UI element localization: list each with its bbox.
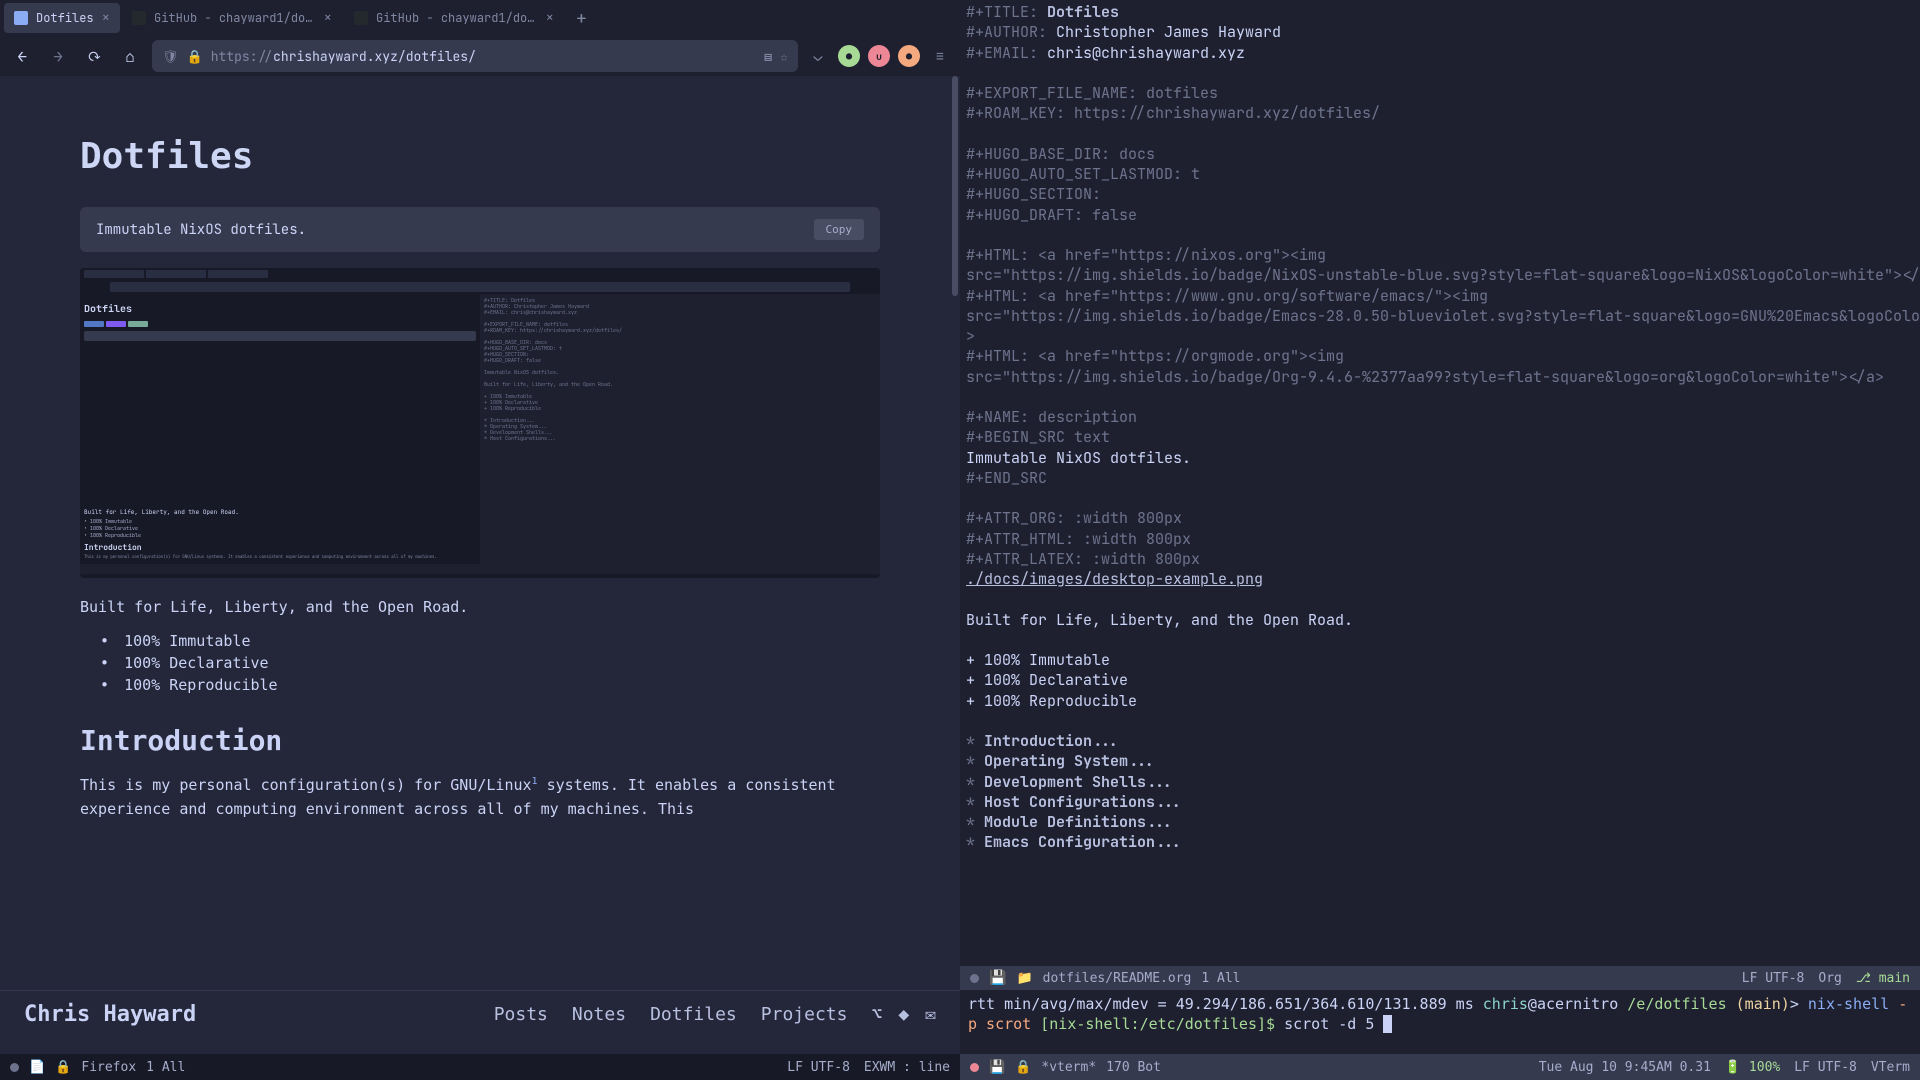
battery-icon: 🔋 100% [1725,1060,1780,1075]
exwm-modeline: 📄 🔒 Firefox 1 All LF UTF-8 EXWM : line [0,1054,960,1080]
position: 170 Bot [1106,1060,1161,1075]
lock-icon: 🔒 [187,48,203,65]
encoding: LF UTF-8 [1742,971,1805,986]
nav-link-projects[interactable]: Projects [761,1004,848,1025]
email-icon[interactable]: ✉ [925,1004,936,1025]
ublock-icon[interactable]: u [868,45,890,67]
git-branch: ⎇ main [1856,971,1910,986]
page-title: Dotfiles [80,136,880,177]
url-bar[interactable]: 🛡 🔒 https://chrishayward.xyz/dotfiles/ ▤… [152,40,798,72]
clock: Tue Aug 10 9:45AM 0.31 [1539,1060,1711,1075]
nav-bar: ← → ⟳ ⌂ 🛡 🔒 https://chrishayward.xyz/dot… [0,36,960,76]
lock-icon: 🔒 [1015,1060,1031,1075]
site-nav: Chris Hayward Posts Notes Dotfiles Proje… [0,990,960,1038]
org-buffer[interactable]: #+TITLE: Dotfiles #+AUTHOR: Christopher … [960,0,1920,964]
tab-title: GitHub - chayward1/dotf [154,10,316,26]
scrollbar[interactable] [950,76,960,1006]
status-dot-icon [10,1063,19,1072]
save-icon: 💾 [989,1060,1005,1075]
buffer-name: Firefox [81,1060,136,1075]
org-modeline: 💾 📁 dotfiles/README.org 1 All LF UTF-8 O… [960,964,1920,990]
encoding: LF UTF-8 [1794,1060,1857,1075]
status-dot-icon [970,974,979,983]
browser-tab-2[interactable]: GitHub - chayward1/dotf × [344,3,564,33]
encoding: LF UTF-8 [787,1060,850,1075]
folder-icon: 📁 [1016,971,1032,986]
reload-button[interactable]: ⟳ [80,42,108,70]
tagline: Built for Life, Liberty, and the Open Ro… [80,598,880,616]
pocket-icon[interactable]: ⌄ [806,44,830,68]
nav-link-posts[interactable]: Posts [494,1004,548,1025]
major-mode: VTerm [1871,1060,1910,1075]
nav-link-notes[interactable]: Notes [572,1004,626,1025]
reader-icon[interactable]: ▤ [764,48,772,65]
tab-title: GitHub - chayward1/dotf [376,10,538,26]
back-button[interactable]: ← [8,42,36,70]
brand[interactable]: Chris Hayward [24,1002,196,1027]
list-item: 100% Declarative [100,654,880,672]
extension-icon[interactable]: ● [838,45,860,67]
list-item: 100% Immutable [100,632,880,650]
url-text: https://chrishayward.xyz/dotfiles/ [211,48,756,65]
save-icon: 💾 [989,970,1006,986]
extension-icon[interactable]: ● [898,45,920,67]
close-icon[interactable]: × [324,9,332,27]
favicon-icon [14,11,28,25]
gitlab-icon[interactable]: ◆ [898,1004,909,1025]
menu-icon[interactable]: ≡ [928,44,952,68]
shield-icon: 🛡 [162,48,179,65]
position: 1 All [1201,971,1240,986]
firefox-chrome: Dotfiles × GitHub - chayward1/dotf × Git… [0,0,960,76]
github-icon[interactable]: ⌥ [871,1004,882,1025]
feature-list: 100% Immutable 100% Declarative 100% Rep… [100,632,880,694]
close-icon[interactable]: × [546,9,554,27]
page-content: Dotfiles Immutable NixOS dotfiles. Copy … [0,76,960,1080]
save-icon: 📄 [29,1060,45,1075]
bookmark-star-icon[interactable]: ☆ [780,48,788,65]
new-tab-button[interactable]: + [566,7,597,30]
browser-tab-1[interactable]: GitHub - chayward1/dotf × [122,3,342,33]
close-icon[interactable]: × [102,9,110,27]
code-block: Immutable NixOS dotfiles. Copy [80,207,880,252]
intro-text: This is my personal configuration(s) for… [80,773,880,821]
section-heading: Introduction [80,724,880,757]
nav-link-dotfiles[interactable]: Dotfiles [650,1004,737,1025]
position: 1 All [146,1060,185,1075]
status-dot-icon [970,1063,979,1072]
forward-button[interactable]: → [44,42,72,70]
scrollbar-thumb[interactable] [952,76,958,296]
code-text: Immutable NixOS dotfiles. [96,221,306,239]
tab-title: Dotfiles [36,10,94,26]
home-button[interactable]: ⌂ [116,42,144,70]
buffer-name: dotfiles/README.org [1043,971,1192,986]
list-item: 100% Reproducible [100,676,880,694]
copy-button[interactable]: Copy [814,219,865,240]
favicon-icon [354,11,368,25]
lock-icon: 🔒 [55,1060,71,1075]
favicon-icon [132,11,146,25]
major-mode: EXWM : line [864,1060,950,1075]
screenshot-image: Dotfiles Built for Life, Liberty, and th… [80,268,880,578]
major-mode: Org [1818,971,1841,986]
browser-tab-0[interactable]: Dotfiles × [4,3,120,33]
vterm-modeline: 💾 🔒 *vterm* 170 Bot Tue Aug 10 9:45AM 0.… [960,1054,1920,1080]
buffer-name: *vterm* [1041,1060,1096,1075]
tab-bar: Dotfiles × GitHub - chayward1/dotf × Git… [0,0,960,36]
